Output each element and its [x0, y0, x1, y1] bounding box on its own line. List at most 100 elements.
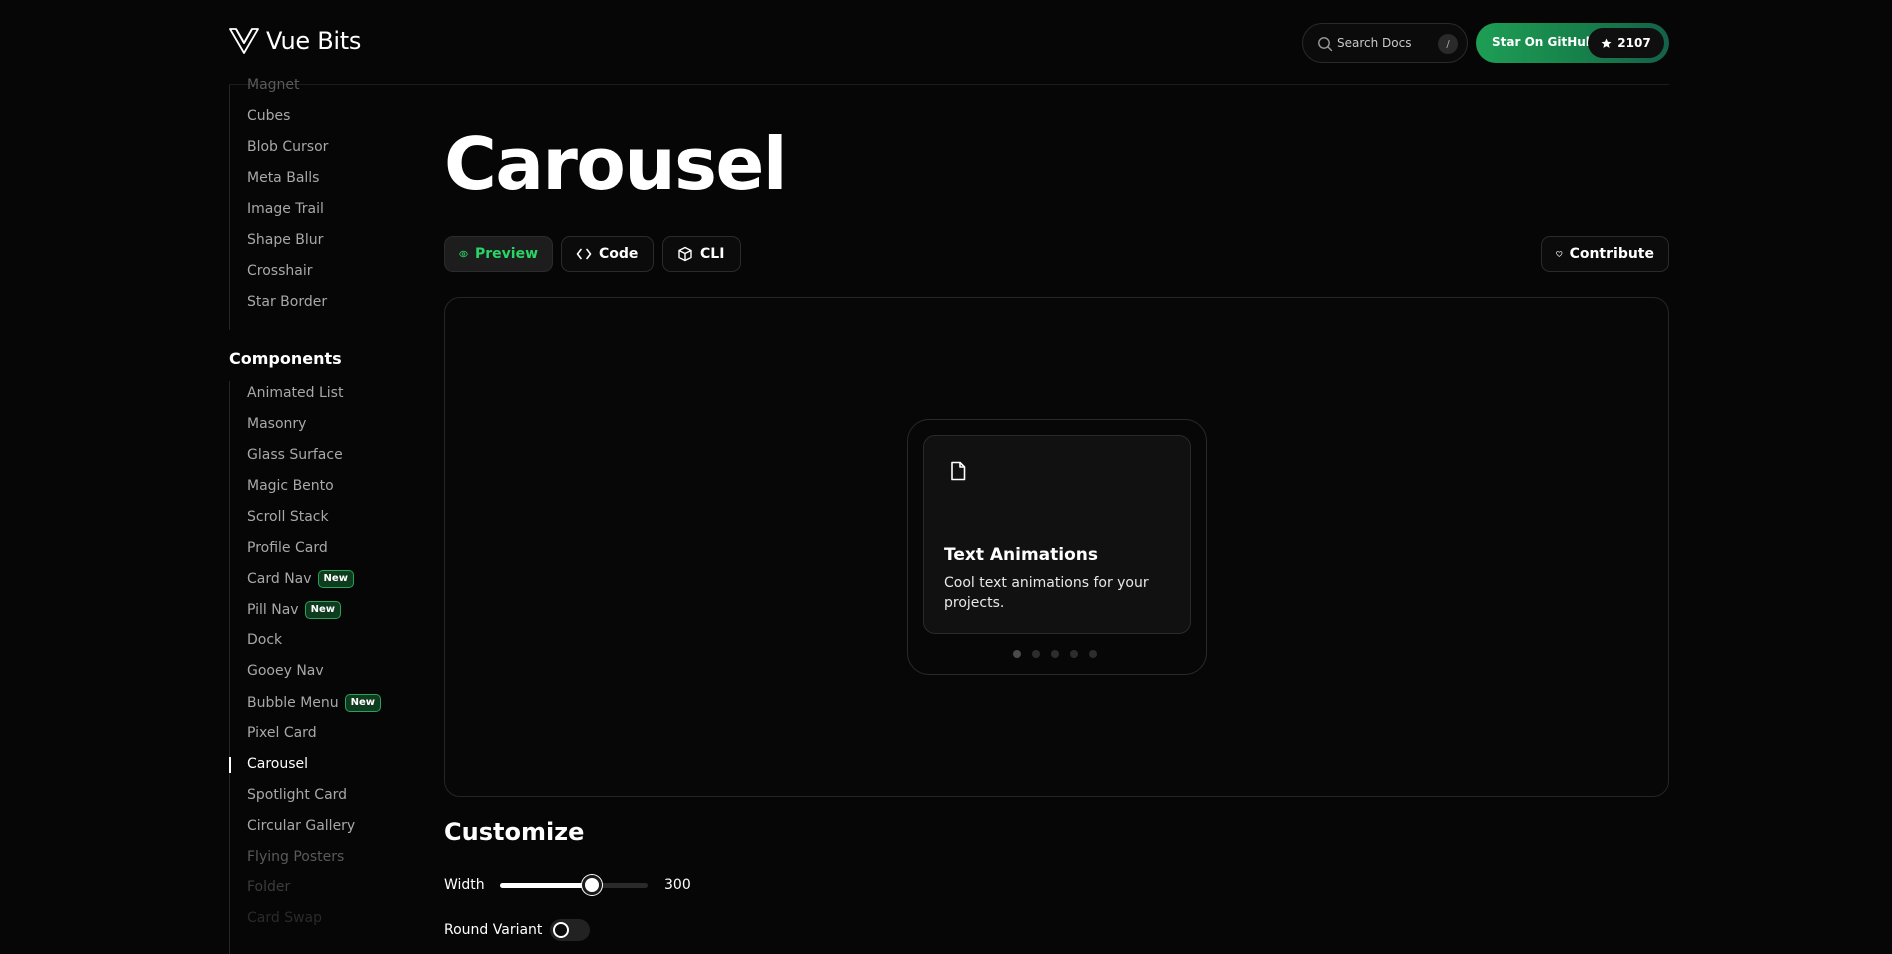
sidebar-item-card-swap[interactable]: Card Swap	[247, 910, 322, 926]
sidebar-item-circular-gallery[interactable]: Circular Gallery	[247, 818, 355, 834]
sidebar-item-carousel[interactable]: Carousel	[247, 756, 308, 772]
sidebar-item-pill-nav[interactable]: Pill Nav New	[247, 601, 341, 620]
carousel-dot[interactable]	[1013, 650, 1021, 658]
sidebar-item-label: Masonry	[247, 415, 307, 432]
carousel-dot[interactable]	[1032, 650, 1040, 658]
tab-cli-label: CLI	[700, 246, 725, 262]
round-variant-toggle-knob	[553, 922, 569, 938]
logo[interactable]: Vue Bits	[229, 27, 361, 55]
sidebar-item-label: Glass Surface	[247, 446, 343, 463]
sidebar-item-crosshair[interactable]: Crosshair	[247, 263, 312, 279]
search-icon	[1318, 37, 1333, 52]
sidebar-active-indicator	[229, 756, 231, 773]
search-docs-button[interactable]: Search Docs /	[1302, 23, 1468, 63]
sidebar-item-label: Card Swap	[247, 910, 323, 927]
sidebar-item-label: Profile Card	[247, 539, 328, 556]
header-divider	[229, 84, 1669, 85]
carousel-dot[interactable]	[1070, 650, 1078, 658]
tab-preview[interactable]: Preview	[444, 236, 553, 272]
sidebar-item-label: Flying Posters	[247, 848, 345, 865]
sidebar-item-masonry[interactable]: Masonry	[247, 416, 306, 432]
carousel-card-title: Text Animations	[944, 545, 1099, 565]
sidebar-item-card-nav[interactable]: Card Nav New	[247, 570, 354, 589]
sidebar-item-star-border[interactable]: Star Border	[247, 294, 327, 310]
sidebar-item-label: Blob Cursor	[247, 139, 329, 155]
sidebar-item-label: Dock	[247, 632, 283, 649]
vue-bits-logo-icon	[229, 28, 259, 54]
page-title: Carousel	[444, 122, 788, 206]
tab-preview-label: Preview	[474, 246, 538, 262]
sidebar-item-label: Shape Blur	[247, 232, 324, 248]
new-badge: New	[317, 570, 354, 589]
sidebar-item-label: Magic Bento	[247, 477, 334, 494]
sidebar-rail-components	[229, 381, 230, 954]
github-button-label: Star On GitHub	[1492, 35, 1595, 49]
sidebar-item-cubes[interactable]: Cubes	[247, 108, 290, 124]
code-icon	[576, 248, 592, 260]
search-placeholder: Search Docs	[1337, 36, 1412, 50]
star-icon	[1601, 38, 1612, 48]
sidebar-rail-animations	[229, 85, 230, 330]
eye-icon	[459, 250, 468, 258]
sidebar-item-spotlight-card[interactable]: Spotlight Card	[247, 787, 347, 803]
star-on-github-button[interactable]: Star On GitHub 2107	[1476, 23, 1669, 63]
width-slider[interactable]	[500, 875, 648, 895]
sidebar-item-flying-posters[interactable]: Flying Posters	[247, 849, 344, 865]
sidebar-item-label: Circular Gallery	[247, 817, 356, 834]
tab-code[interactable]: Code	[561, 236, 654, 272]
github-star-count: 2107	[1588, 28, 1664, 58]
logo-text: Vue Bits	[266, 27, 362, 55]
sidebar-item-label: Pixel Card	[247, 724, 317, 741]
sidebar-item-pixel-card[interactable]: Pixel Card	[247, 725, 317, 741]
width-label: Width	[444, 877, 485, 893]
document-icon	[951, 461, 966, 481]
sidebar-item-label: Gooey Nav	[247, 663, 324, 680]
round-variant-toggle[interactable]	[550, 919, 590, 941]
carousel-card-description: Cool text animations for your projects.	[944, 575, 1149, 611]
sidebar-item-blob-cursor[interactable]: Blob Cursor	[247, 139, 328, 155]
sidebar-item-label: Pill Nav	[247, 602, 299, 619]
contribute-button[interactable]: Contribute	[1541, 236, 1669, 272]
sidebar-heading-components: Components	[229, 349, 342, 368]
sidebar-item-magnet[interactable]: Magnet	[247, 77, 300, 93]
width-slider-fill	[500, 883, 592, 888]
new-badge: New	[344, 694, 382, 712]
new-badge: New	[304, 601, 341, 620]
box-icon	[678, 246, 692, 262]
sidebar-item-label: Spotlight Card	[247, 786, 348, 803]
width-slider-thumb[interactable]	[581, 875, 602, 895]
search-shortcut-key: /	[1438, 34, 1458, 54]
sidebar-nav: Components Magnet Cubes Blob Cursor Meta Ba…	[229, 77, 429, 954]
sidebar-item-label: Meta Balls	[247, 170, 320, 186]
sidebar-item-meta-balls[interactable]: Meta Balls	[247, 170, 319, 186]
github-star-value: 2107	[1617, 36, 1651, 50]
customize-heading: Customize	[444, 818, 585, 846]
sidebar-item-bubble-menu[interactable]: Bubble Menu New	[247, 694, 382, 712]
width-value: 300	[664, 877, 691, 893]
sidebar-item-label: Folder	[247, 879, 291, 896]
sidebar-item-magic-bento[interactable]: Magic Bento	[247, 478, 334, 494]
contribute-label: Contribute	[1569, 246, 1654, 262]
carousel-pagination	[1013, 650, 1097, 658]
sidebar-item-label: Image Trail	[247, 201, 324, 217]
sidebar-item-scroll-stack[interactable]: Scroll Stack	[247, 509, 329, 525]
sidebar-item-folder[interactable]: Folder	[247, 879, 290, 895]
sidebar-item-label: Magnet	[247, 77, 300, 93]
carousel-dot[interactable]	[1089, 650, 1097, 658]
sidebar-item-label: Bubble Menu	[247, 695, 339, 711]
sidebar-item-dock[interactable]: Dock	[247, 632, 282, 648]
sidebar-item-gooey-nav[interactable]: Gooey Nav	[247, 663, 324, 679]
tab-cli[interactable]: CLI	[662, 236, 741, 272]
heart-icon	[1556, 251, 1563, 257]
sidebar-item-profile-card[interactable]: Profile Card	[247, 540, 328, 556]
sidebar-item-label: Card Nav	[247, 571, 312, 588]
sidebar-item-label: Animated List	[247, 385, 344, 401]
sidebar-item-label: Cubes	[247, 108, 291, 124]
sidebar-item-shape-blur[interactable]: Shape Blur	[247, 232, 323, 248]
sidebar-item-glass-surface[interactable]: Glass Surface	[247, 447, 343, 463]
sidebar-item-image-trail[interactable]: Image Trail	[247, 201, 324, 217]
sidebar-item-animated-list[interactable]: Animated List	[247, 385, 343, 401]
sidebar-item-label: Star Border	[247, 294, 328, 310]
carousel-dot[interactable]	[1051, 650, 1059, 658]
sidebar-item-label: Carousel	[247, 755, 309, 772]
